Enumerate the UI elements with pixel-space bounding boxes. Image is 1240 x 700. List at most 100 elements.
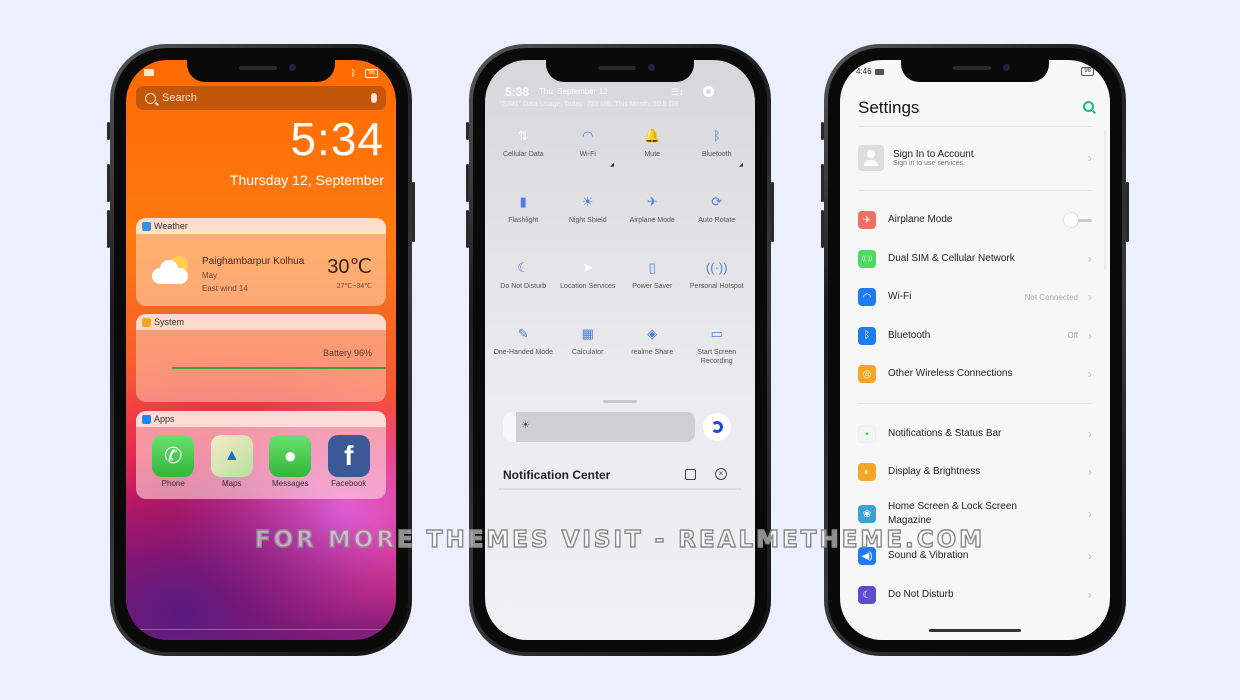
tile-auto-rotate[interactable]: ⟳ Auto Rotate	[685, 192, 750, 248]
realme-share-icon: ◈	[647, 326, 658, 341]
weather-widget[interactable]: Weather Paighambarpur Kolhua May East wi…	[136, 218, 386, 306]
notification-center-title: Notification Center	[503, 468, 611, 482]
page-title: Settings	[858, 98, 920, 117]
tile-one-handed-mode[interactable]: ✎ One-Handed Mode	[491, 324, 556, 380]
cellular-icon: ((·))	[858, 249, 876, 268]
search-icon[interactable]	[1083, 101, 1094, 112]
tile-label: Calculator	[571, 349, 604, 356]
settings-item-notifications-status-bar[interactable]: ▪ Notifications & Status Bar ›	[858, 415, 1092, 453]
notification-settings-icon[interactable]	[685, 469, 696, 480]
tile-label: Auto Rotate	[698, 217, 736, 224]
expand-arrow-icon[interactable]: ◢	[739, 162, 743, 168]
divider	[858, 403, 1092, 404]
settings-item-label: Bluetooth	[888, 329, 931, 341]
tile-label: realme Share	[631, 349, 674, 356]
home-indicator	[929, 629, 1021, 632]
settings-item-other-wireless-connections[interactable]: ◎ Other Wireless Connections ›	[858, 355, 1092, 394]
cc-date: Thu, September 12	[539, 87, 608, 96]
brightness-slider[interactable]: ☀	[503, 412, 695, 442]
messages-icon: ●	[269, 435, 312, 477]
tile-label: Wi-Fi	[579, 151, 596, 158]
tile-wi-fi[interactable]: ◠ Wi-Fi ◢	[556, 126, 621, 182]
quick-tiles: ⇅ Cellular Data ◠ Wi-Fi ◢ 🔔 Mute ᛒ Bluetooth ◢ ▮ Fl…	[491, 126, 749, 380]
tile-mute[interactable]: 🔔 Mute	[620, 126, 685, 182]
tile-label: Personal Hotspot	[689, 283, 744, 290]
tile-realme-share[interactable]: ◈ realme Share	[620, 324, 685, 380]
tile-cellular-data[interactable]: ⇅ Cellular Data	[491, 126, 556, 182]
settings-item-airplane-mode[interactable]: ✈ Airplane Mode	[858, 201, 1092, 240]
microphone-icon[interactable]	[371, 93, 377, 103]
tile-airplane-mode[interactable]: ✈ Airplane Mode	[620, 192, 685, 248]
weather-range: 27℃~34℃	[336, 283, 372, 290]
expand-arrow-icon[interactable]: ◢	[610, 162, 614, 168]
app-maps[interactable]: ▲ Maps	[210, 435, 254, 488]
weather-condition: May	[202, 271, 218, 280]
tile-flashlight[interactable]: ▮ Flashlight	[491, 192, 556, 248]
tile-night-shield[interactable]: ☀ Night Shield	[556, 192, 621, 248]
tile-label: Power Saver	[632, 283, 673, 290]
tile-personal-hotspot[interactable]: ((·)) Personal Hotspot	[685, 258, 750, 314]
tile-label: One-Handed Mode	[493, 349, 554, 356]
settings-gear-icon[interactable]	[703, 86, 714, 97]
tile-bluetooth[interactable]: ᛒ Bluetooth ◢	[685, 126, 750, 182]
settings-item-value: Off	[1067, 331, 1078, 341]
chevron-right-icon: ›	[1088, 465, 1092, 479]
mute-icon: 🔔	[644, 128, 661, 143]
edit-tiles-icon[interactable]: ☰↓	[671, 87, 684, 98]
search-bar[interactable]: Search	[136, 86, 386, 110]
cellular-data-icon: ⇅	[517, 128, 529, 143]
divider	[858, 190, 1092, 191]
settings-item-display-brightness[interactable]: ◐ Display & Brightness ›	[858, 453, 1092, 491]
airplane-mode-toggle[interactable]	[1064, 213, 1092, 228]
battery-icon: ▯	[648, 260, 656, 275]
calculator-icon: ▦	[581, 326, 594, 341]
tile-label: Night Shield	[568, 217, 607, 224]
settings-item-do-not-disturb[interactable]: ☾ Do Not Disturb ›	[858, 575, 1092, 615]
sign-in-account[interactable]: Sign In to Account Sign in to use servic…	[858, 138, 1092, 178]
auto-rotate-icon: ⟳	[711, 194, 723, 209]
display-icon: ◐	[858, 463, 876, 481]
chevron-right-icon: ›	[1088, 151, 1092, 165]
drag-handle[interactable]	[603, 400, 637, 403]
settings-item-bluetooth[interactable]: ᛒ Bluetooth Off ›	[858, 317, 1092, 356]
auto-brightness-icon	[711, 421, 723, 433]
image-icon	[874, 68, 884, 75]
app-messages[interactable]: ● Messages	[268, 435, 312, 488]
weather-wind: East wind 14	[202, 284, 248, 293]
cc-time: 5:38	[505, 85, 530, 99]
settings-item-dual-sim-cellular-network[interactable]: ((·)) Dual SIM & Cellular Network ›	[858, 240, 1092, 279]
settings-item-label: Airplane Mode	[888, 214, 953, 226]
tile-location-services[interactable]: ➤ Location Services	[556, 258, 621, 314]
battery-indicator: 96	[365, 69, 378, 78]
settings-item-wi-fi[interactable]: ◠ Wi-Fi Not Connected ›	[858, 278, 1092, 317]
home-indicator	[126, 629, 396, 630]
tile-calculator[interactable]: ▦ Calculator	[556, 324, 621, 380]
system-widget[interactable]: System Battery 96%	[136, 314, 386, 402]
notifications-icon: ▪	[858, 425, 876, 443]
account-subtitle: Sign in to use services.	[893, 160, 965, 167]
system-icon	[142, 317, 151, 327]
app-facebook[interactable]: f Facebook	[327, 435, 371, 488]
date: Thursday 12, September	[229, 172, 384, 188]
tile-label: Bluetooth	[701, 151, 732, 158]
account-title: Sign In to Account	[893, 149, 974, 160]
chevron-right-icon: ›	[1088, 588, 1092, 602]
search-placeholder: Search	[162, 92, 197, 104]
tile-label: Start Screen Recording	[697, 349, 737, 365]
tile-power-saver[interactable]: ▯ Power Saver	[620, 258, 685, 314]
tile-start-screen-recording[interactable]: ▭ Start Screen Recording	[685, 324, 750, 380]
tile-label: Airplane Mode	[629, 217, 675, 224]
scrollbar[interactable]	[1104, 130, 1106, 270]
tile-do-not-disturb[interactable]: ☾ Do Not Disturb	[491, 258, 556, 314]
app-phone[interactable]: ✆ Phone	[151, 435, 195, 488]
auto-brightness-button[interactable]	[703, 413, 731, 441]
maps-icon: ▲	[210, 435, 253, 477]
chevron-right-icon: ›	[1088, 251, 1092, 266]
widget-header: Weather	[154, 221, 188, 231]
location-icon: ➤	[582, 260, 594, 275]
clear-notifications-icon[interactable]: ×	[715, 468, 727, 480]
chevron-right-icon: ›	[1088, 328, 1092, 343]
phone-control-center: 5:38 Thu, September 12 ☰↓ "SIM1" Data Us…	[466, 44, 774, 656]
flashlight-icon: ▮	[519, 194, 527, 209]
phone-icon: ✆	[152, 435, 195, 477]
